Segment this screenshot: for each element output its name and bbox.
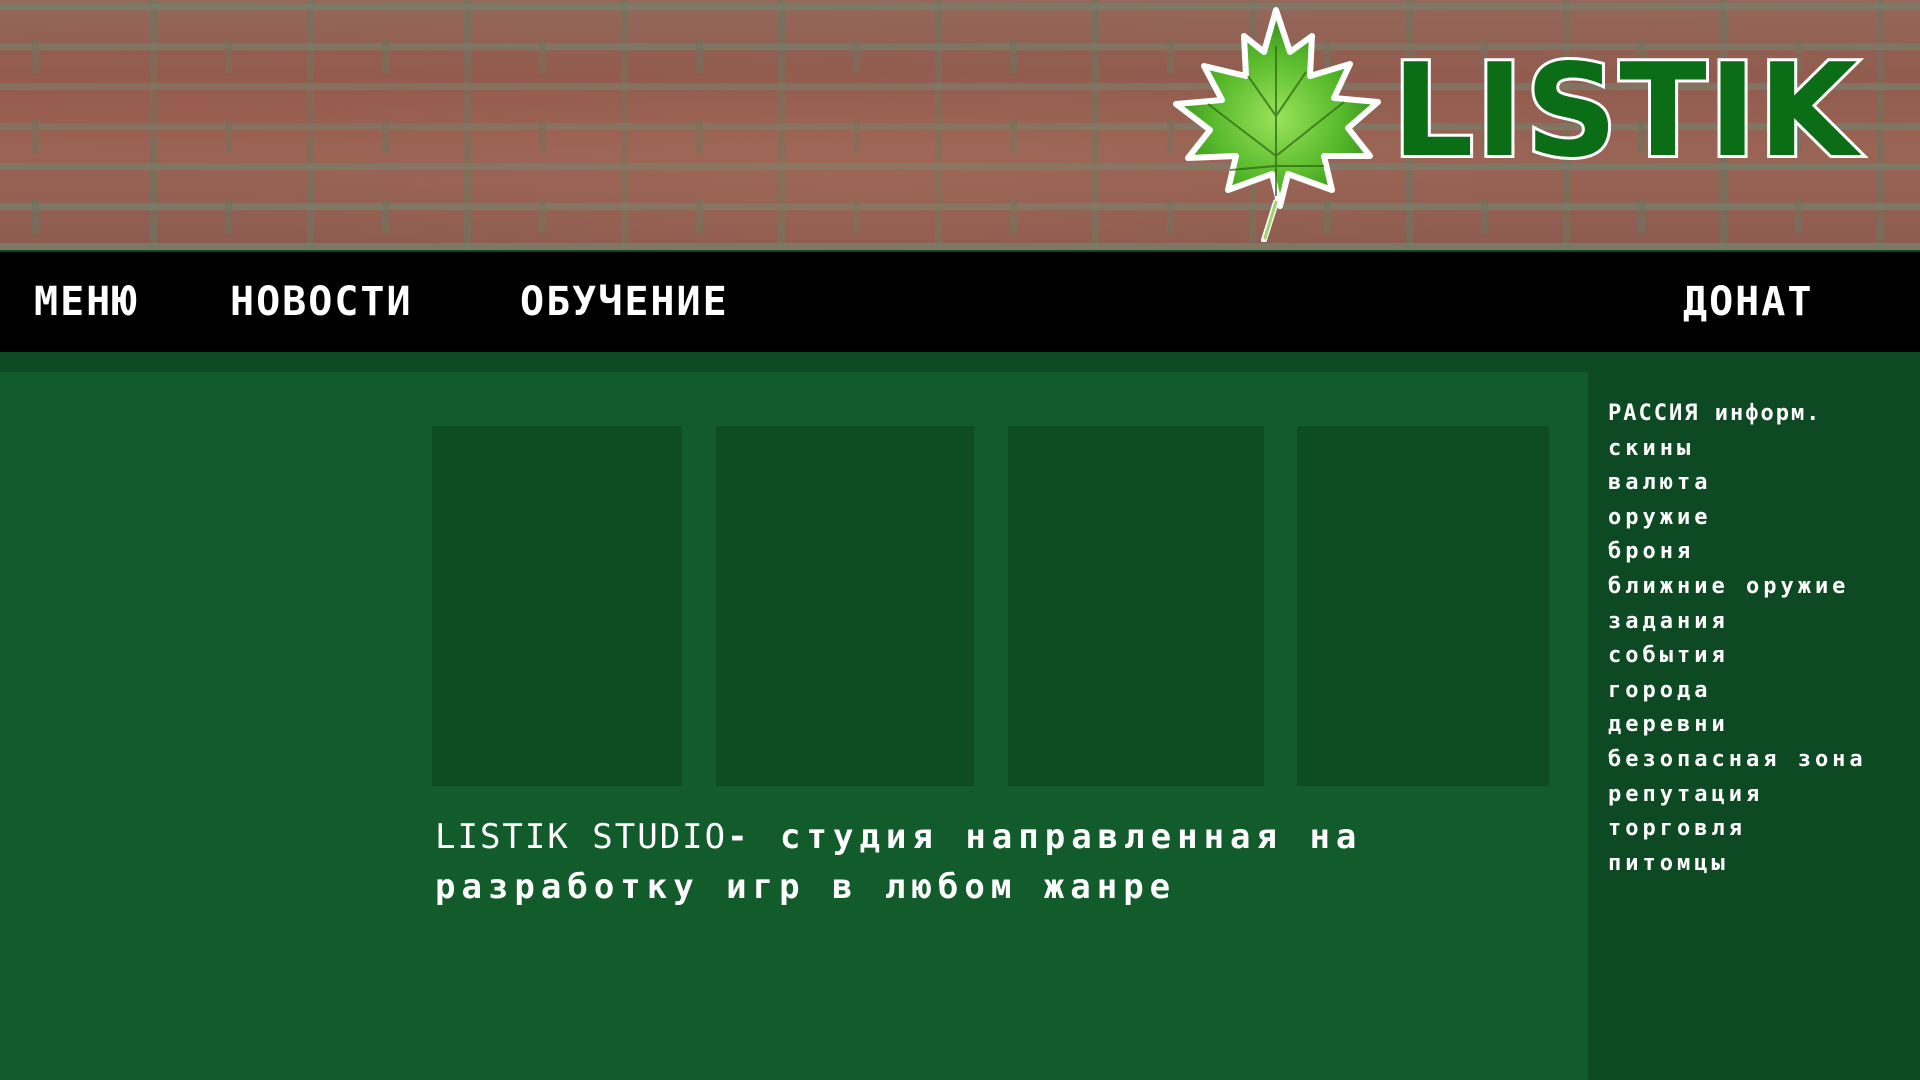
sidebar-item-armor[interactable]: броня	[1608, 535, 1920, 570]
sidebar-item-cities[interactable]: города	[1608, 674, 1920, 709]
sidebar-item-trade[interactable]: торговля	[1608, 812, 1920, 847]
nav-tutorial-link[interactable]: ОБУЧЕНИЕ	[520, 252, 729, 352]
sidebar-item-weapons[interactable]: оружие	[1608, 501, 1920, 536]
sidebar-item-skins[interactable]: скины	[1608, 432, 1920, 467]
content-panel: LISTIK STUDIO- студия направленная на ра…	[0, 372, 1588, 1080]
studio-name: LISTIK STUDIO	[435, 817, 728, 857]
top-nav-bar: МЕНЮ НОВОСТИ ОБУЧЕНИЕ ДОНАТ	[0, 252, 1920, 352]
site-logo[interactable]: LISTIK	[1160, 6, 1860, 242]
studio-description: LISTIK STUDIO- студия направленная на ра…	[435, 812, 1495, 912]
nav-menu-link[interactable]: МЕНЮ	[34, 252, 138, 352]
sidebar-item-russia-info[interactable]: РАССИЯ информ.	[1608, 397, 1920, 432]
logo-wordmark: LISTIK	[1389, 37, 1860, 186]
header-banner: LISTIK	[0, 0, 1920, 250]
sidebar-item-villages[interactable]: деревни	[1608, 708, 1920, 743]
main-area: LISTIK STUDIO- студия направленная на ра…	[0, 352, 1920, 1080]
sidebar-item-currency[interactable]: валюта	[1608, 466, 1920, 501]
content-card-3[interactable]	[1008, 426, 1264, 786]
sidebar-item-events[interactable]: события	[1608, 639, 1920, 674]
nav-donate-link[interactable]: ДОНАТ	[1683, 252, 1813, 352]
content-card-4[interactable]	[1297, 426, 1549, 786]
sidebar-item-reputation[interactable]: репутация	[1608, 778, 1920, 813]
content-card-2[interactable]	[716, 426, 974, 786]
sidebar-item-melee-weapons[interactable]: ближние оружие	[1608, 570, 1920, 605]
sidebar-item-quests[interactable]: задания	[1608, 605, 1920, 640]
sidebar-item-safe-zone[interactable]: безопасная зона	[1608, 743, 1920, 778]
sidebar-menu: РАССИЯ информ. скины валюта оружие броня…	[1608, 397, 1920, 881]
content-card-1[interactable]	[432, 426, 682, 786]
maple-leaf-icon	[1173, 7, 1381, 242]
sidebar-item-pets[interactable]: питомцы	[1608, 847, 1920, 882]
nav-news-link[interactable]: НОВОСТИ	[230, 252, 413, 352]
